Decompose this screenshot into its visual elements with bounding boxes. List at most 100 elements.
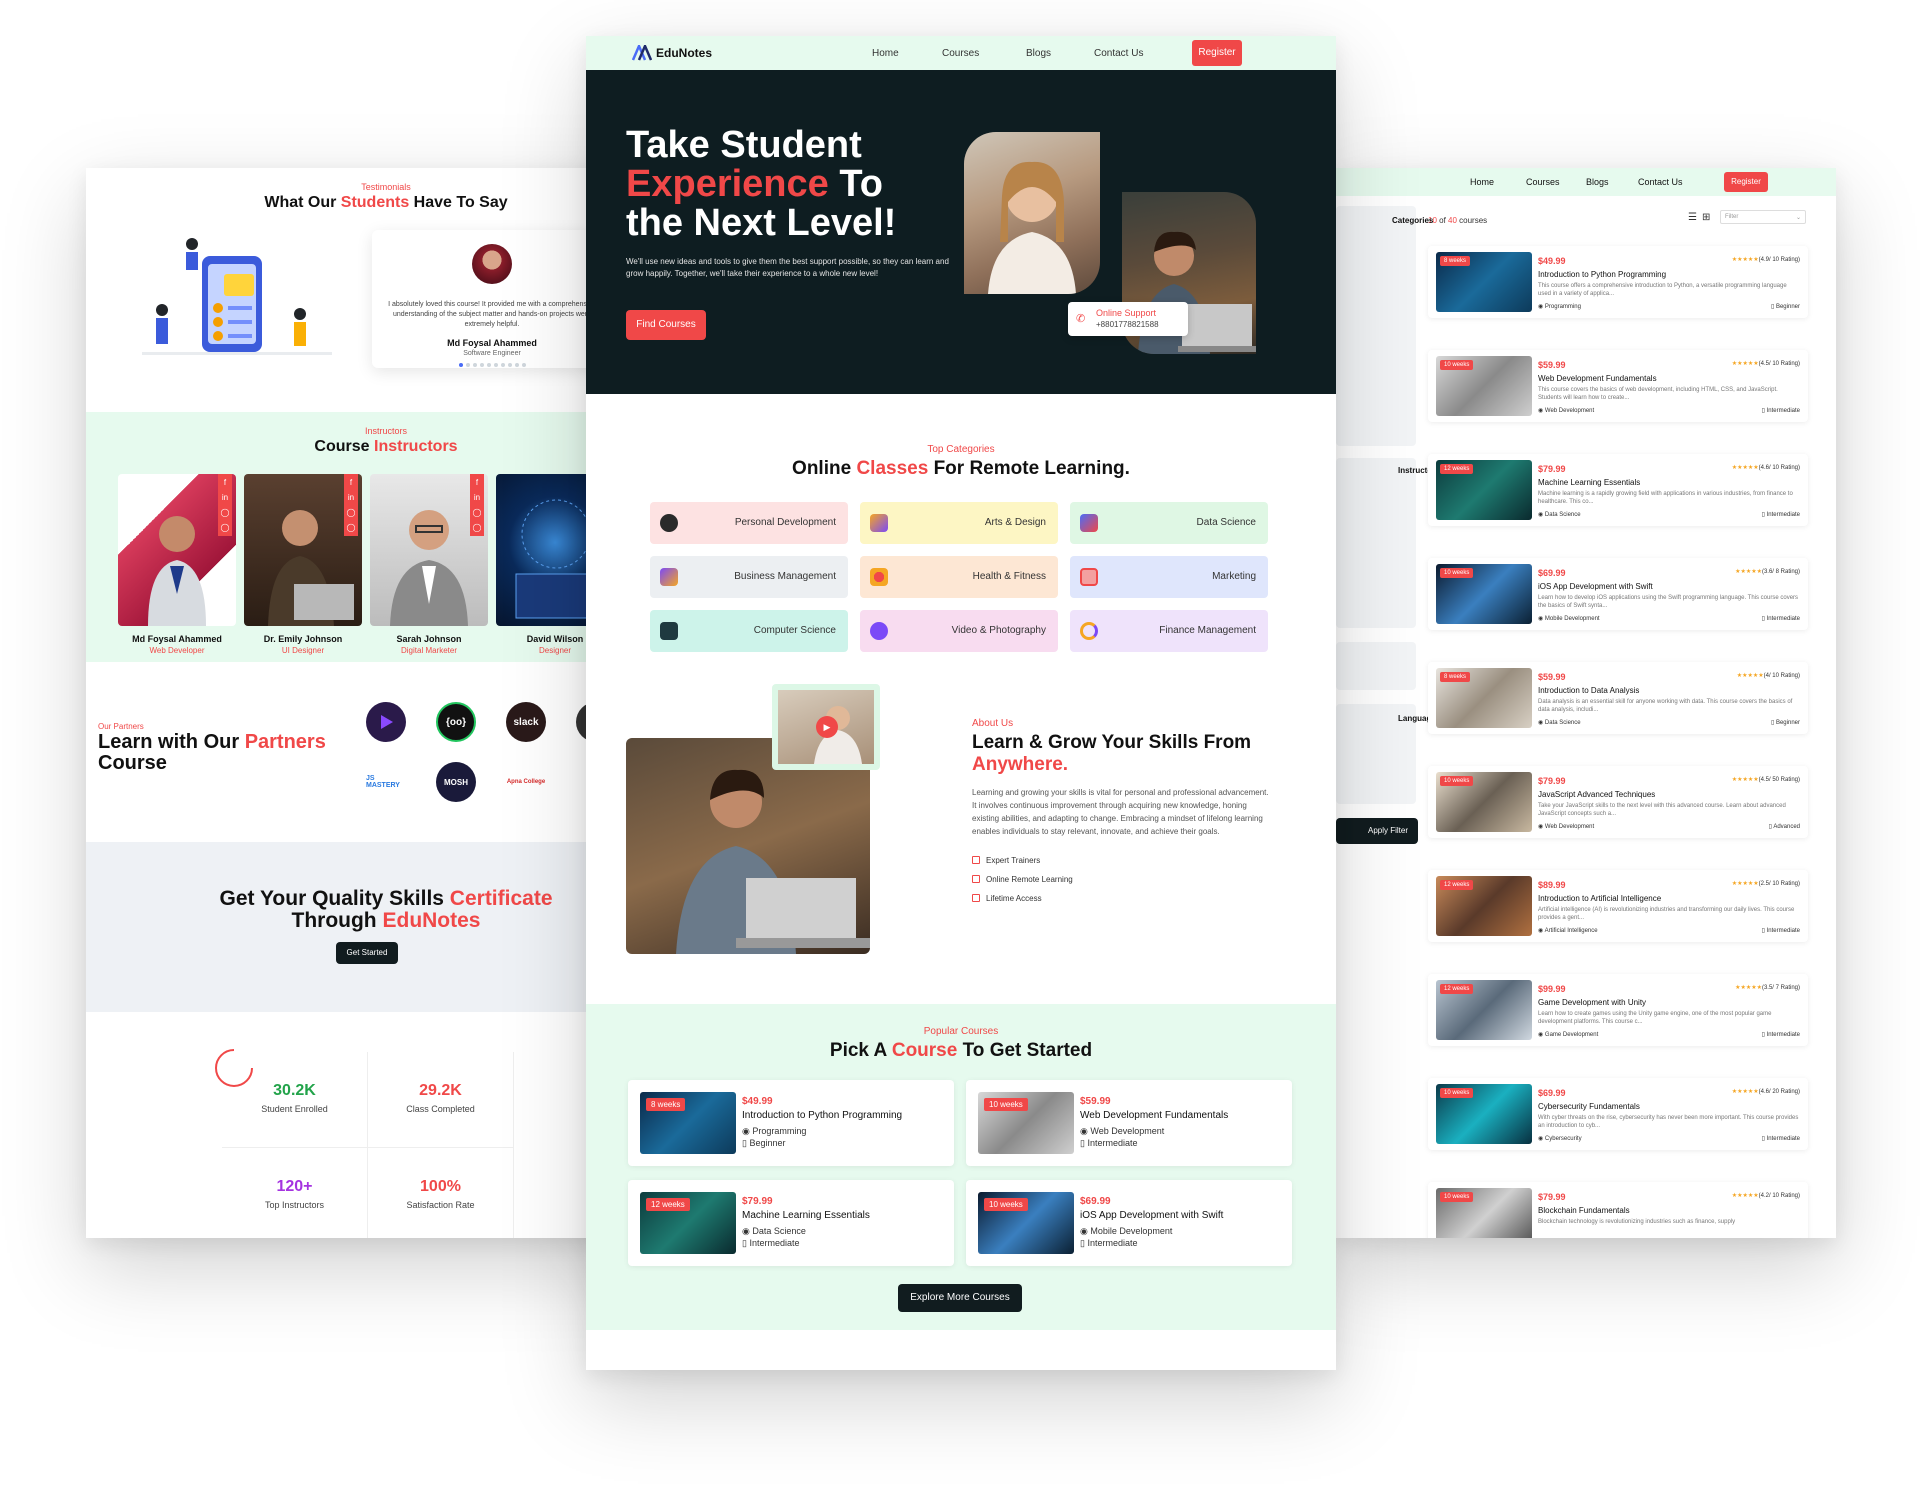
course-list-item[interactable]: 10 weeks $79.99 ★★★★★(4.2/ 10 Rating) Block… — [1428, 1182, 1808, 1238]
nav-link-courses[interactable]: Courses — [1526, 177, 1560, 187]
instructor-card[interactable]: f in ◯ ◯ — [370, 474, 488, 626]
course-title[interactable]: Blockchain Fundamentals — [1538, 1206, 1630, 1215]
course-rating: ★★★★★(2.5/ 10 Rating) — [1731, 881, 1800, 887]
course-card[interactable]: 8 weeks $49.99 Introduction to Python Prog… — [628, 1080, 954, 1166]
course-level: ▯ Intermediate — [1761, 928, 1800, 934]
course-title[interactable]: Introduction to Data Analysis — [1538, 686, 1639, 695]
brand-name[interactable]: EduNotes — [656, 46, 712, 60]
apply-filter-button[interactable]: Apply Filter — [1336, 818, 1418, 844]
course-card[interactable]: 12 weeks $79.99 Machine Learning Essential… — [628, 1180, 954, 1266]
category-card[interactable]: Personal Development — [650, 502, 848, 544]
duration-badge: 12 weeks — [1440, 880, 1474, 890]
social-links[interactable]: f in ◯ ◯ — [218, 474, 232, 536]
chart-icon — [1080, 568, 1098, 586]
course-list-item[interactable]: 10 weeks $69.99 ★★★★★(3.6/ 8 Rating) iOS Ap… — [1428, 558, 1808, 630]
students-illustration — [142, 238, 332, 355]
nav-link-home[interactable]: Home — [1470, 177, 1494, 187]
social-links[interactable]: f in ◯ ◯ — [344, 474, 358, 536]
course-description: Machine learning is a rapidly growing fi… — [1538, 491, 1793, 505]
level-icon: ▯ Intermediate — [1080, 1138, 1138, 1148]
course-card[interactable]: 10 weeks $69.99 iOS App Development with S… — [966, 1180, 1292, 1266]
course-price: $49.99 — [1538, 256, 1566, 266]
nav-link-home[interactable]: Home — [872, 48, 899, 59]
category-card[interactable]: Business Management — [650, 556, 848, 598]
course-list-item[interactable]: 12 weeks $99.99 ★★★★★(3.5/ 7 Rating) Game D… — [1428, 974, 1808, 1046]
course-thumbnail: 12 weeks — [1436, 980, 1532, 1040]
course-title[interactable]: Introduction to Artificial Intelligence — [1538, 894, 1661, 903]
course-list-item[interactable]: 10 weeks $79.99 ★★★★★(4.5/ 50 Rating) JavaS… — [1428, 766, 1808, 838]
stat-number: 30.2K — [273, 1082, 316, 1099]
course-list-item[interactable]: 12 weeks $89.99 ★★★★★(2.5/ 10 Rating) Intro… — [1428, 870, 1808, 942]
course-list-item[interactable]: 10 weeks $69.99 ★★★★★(4.6/ 20 Rating) Cyber… — [1428, 1078, 1808, 1150]
course-category: ◉ Data Science — [1538, 720, 1581, 726]
partner-logo-icon — [366, 702, 406, 742]
category-card[interactable]: Data Science — [1070, 502, 1268, 544]
course-price: $79.99 — [1538, 776, 1566, 786]
course-rating: ★★★★★(4/ 10 Rating) — [1736, 673, 1800, 679]
category-card[interactable]: Health & Fitness — [860, 556, 1058, 598]
course-title[interactable]: iOS App Development with Swift — [1538, 582, 1653, 591]
course-list-item[interactable]: 10 weeks $59.99 ★★★★★(4.5/ 10 Rating) Web D… — [1428, 350, 1808, 422]
course-title[interactable]: Machine Learning Essentials — [1538, 478, 1640, 487]
category-card[interactable]: Video & Photography — [860, 610, 1058, 652]
course-title[interactable]: Game Development with Unity — [1538, 998, 1646, 1007]
instructor-name: Sarah Johnson — [396, 634, 462, 644]
about-point: Lifetime Access — [972, 894, 1042, 903]
nav-link-contact[interactable]: Contact Us — [1638, 177, 1683, 187]
level-icon: ▯ Intermediate — [1080, 1238, 1138, 1248]
about-eyebrow: About Us — [972, 718, 1014, 729]
course-price: $59.99 — [1538, 360, 1566, 370]
find-courses-button[interactable]: Find Courses — [626, 310, 706, 340]
carousel-dots[interactable] — [386, 363, 598, 367]
course-title[interactable]: JavaScript Advanced Techniques — [1538, 790, 1655, 799]
course-rating: ★★★★★(4.2/ 10 Rating) — [1731, 1193, 1800, 1199]
category-card[interactable]: Computer Science — [650, 610, 848, 652]
stat-number: 120+ — [276, 1178, 313, 1195]
nav-link-blogs[interactable]: Blogs — [1586, 177, 1609, 187]
star-rating-icon: ★★★★★ — [1731, 257, 1759, 263]
list-view-icon[interactable]: ☰ — [1688, 212, 1697, 223]
check-icon — [972, 875, 980, 883]
course-category: ◉ Data Science — [1538, 512, 1581, 518]
course-price: $89.99 — [1538, 880, 1566, 890]
nav-link-blogs[interactable]: Blogs — [1026, 48, 1051, 59]
category-icon: ◉ Web Development — [1080, 1126, 1165, 1136]
course-thumbnail: 8 weeks — [1436, 668, 1532, 728]
course-title[interactable]: Introduction to Python Programming — [1538, 270, 1666, 279]
instructor-card[interactable]: f in ◯ ◯ — [118, 474, 236, 626]
course-list-item[interactable]: 8 weeks $59.99 ★★★★★(4/ 10 Rating) Introduc… — [1428, 662, 1808, 734]
course-title[interactable]: Cybersecurity Fundamentals — [1538, 1102, 1640, 1111]
course-title[interactable]: Web Development Fundamentals — [1538, 374, 1657, 383]
category-card[interactable]: Arts & Design — [860, 502, 1058, 544]
course-description: Blockchain technology is revolutionizing… — [1538, 1219, 1736, 1225]
social-links[interactable]: f in ◯ ◯ — [470, 474, 484, 536]
register-button[interactable]: Register — [1724, 172, 1768, 192]
course-level: ▯ Intermediate — [1761, 616, 1800, 622]
grid-view-icon[interactable]: ⊞ — [1702, 212, 1710, 223]
course-list-item[interactable]: 8 weeks $49.99 ★★★★★(4.9/ 10 Rating) Introd… — [1428, 246, 1808, 318]
play-icon[interactable]: ▶ — [816, 716, 838, 738]
category-card[interactable]: Marketing — [1070, 556, 1268, 598]
nav-link-courses[interactable]: Courses — [942, 48, 979, 59]
stat-label: Student Enrolled — [261, 1104, 328, 1114]
sort-select[interactable]: Filter ⌄ — [1720, 210, 1806, 224]
filter-language-label: Language — [1398, 714, 1436, 723]
online-support-badge[interactable]: ✆ Online Support +8801778821588 — [1068, 302, 1188, 336]
nav-link-contact[interactable]: Contact Us — [1094, 48, 1143, 59]
main-navbar: EduNotes Home Courses Blogs Contact Us R… — [586, 36, 1336, 70]
course-level: ▯ Intermediate — [1761, 1032, 1800, 1038]
filter-categories-box: Categories — [1336, 206, 1433, 446]
about-video-thumbnail[interactable]: ▶ — [772, 684, 880, 770]
course-list-item[interactable]: 12 weeks $79.99 ★★★★★(4.6/ 10 Rating) Machi… — [1428, 454, 1808, 526]
course-price: $69.99 — [1538, 1088, 1566, 1098]
course-card[interactable]: 10 weeks $59.99 Web Development Fundamenta… — [966, 1080, 1292, 1166]
course-price: $99.99 — [1538, 984, 1566, 994]
course-rating: ★★★★★(4.5/ 10 Rating) — [1731, 361, 1800, 367]
explore-more-courses-button[interactable]: Explore More Courses — [898, 1284, 1022, 1312]
register-button[interactable]: Register — [1192, 40, 1242, 66]
instructor-card[interactable]: f in ◯ ◯ — [244, 474, 362, 626]
category-card[interactable]: Finance Management — [1070, 610, 1268, 652]
star-rating-icon: ★★★★★ — [1731, 1193, 1759, 1199]
course-description: This course covers the basics of web dev… — [1538, 387, 1778, 401]
get-started-button[interactable]: Get Started — [336, 942, 398, 964]
